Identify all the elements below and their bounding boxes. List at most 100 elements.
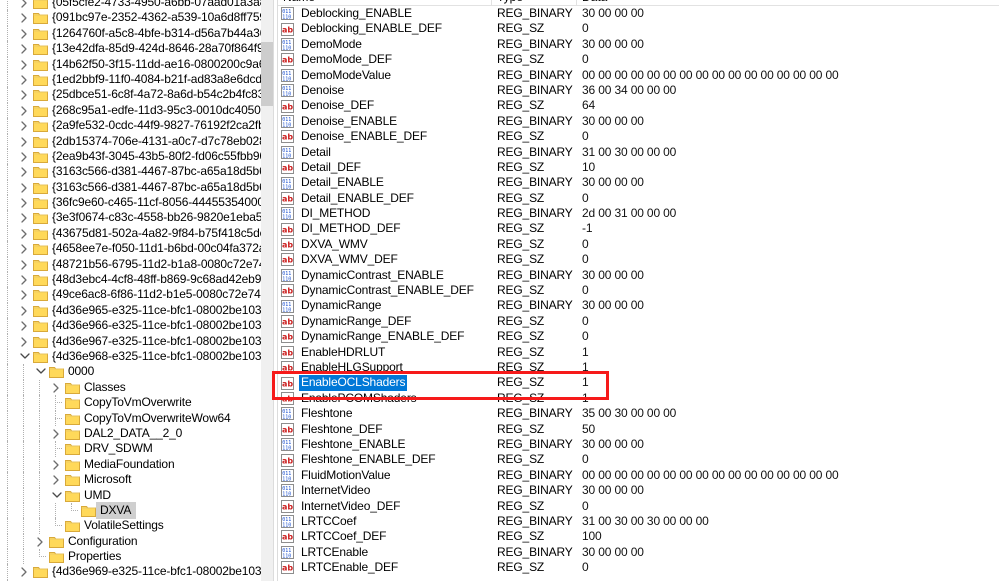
chevron-right-icon[interactable]: [16, 210, 32, 225]
value-row[interactable]: 011 110 Denoise REG_BINARY 36 00 34 00 00 00: [278, 83, 999, 98]
tree-node-4d36e968e32511cebfc108002be1[interactable]: {4d36e968-e325-11ce-bfc1-08002be10318}: [0, 348, 273, 365]
value-name-cell[interactable]: 011 110 FluidMotionValue: [278, 468, 492, 483]
value-name-cell[interactable]: ab Fleshtone_DEF: [278, 422, 492, 437]
value-name-cell[interactable]: ab Denoise_ENABLE_DEF: [278, 129, 492, 144]
value-row[interactable]: 011 110 Deblocking_ENABLE REG_BINARY 30 00 0…: [278, 6, 999, 21]
value-name-cell[interactable]: 011 110 Denoise_ENABLE: [278, 114, 492, 129]
chevron-right-icon[interactable]: [16, 103, 32, 118]
value-row[interactable]: 011 110 LRTCCoef REG_BINARY 31 00 30 00 30 0…: [278, 514, 999, 529]
chevron-right-icon[interactable]: [16, 57, 32, 72]
chevron-right-icon[interactable]: [32, 534, 48, 549]
tree-vertical-scrollbar[interactable]: [261, 0, 273, 581]
value-row[interactable]: ab InternetVideo_DEF REG_SZ 0: [278, 499, 999, 514]
value-name-cell[interactable]: ab EnableOCLShaders: [278, 375, 492, 391]
value-name-cell[interactable]: ab DynamicContrast_ENABLE_DEF: [278, 283, 492, 298]
value-name-cell[interactable]: ab DXVA_WMV_DEF: [278, 252, 492, 267]
value-row[interactable]: ab Detail_DEF REG_SZ 10: [278, 160, 999, 175]
value-name-cell[interactable]: ab Deblocking_ENABLE_DEF: [278, 21, 492, 36]
tree-node-36fc9e60c46511cf805644455354[interactable]: {36fc9e60-c465-11cf-8056-444553540000}: [0, 195, 273, 211]
tree-node-microsoft[interactable]: Microsoft: [0, 472, 261, 488]
value-row[interactable]: ab LRTCEnable_DEF REG_SZ 0: [278, 560, 999, 575]
chevron-right-icon[interactable]: [16, 195, 32, 210]
tree-node-2db15374706e4131a0c7d7c78eb0[interactable]: {2db15374-706e-4131-a0c7-d7c78eb0289a}: [0, 133, 273, 149]
value-row[interactable]: 011 110 Detail_ENABLE REG_BINARY 30 00 00 00: [278, 175, 999, 190]
value-name-cell[interactable]: 011 110 Fleshtone_ENABLE: [278, 437, 492, 452]
value-name-cell[interactable]: 011 110 LRTCCoef: [278, 514, 492, 529]
chevron-right-icon[interactable]: [16, 164, 32, 179]
value-row[interactable]: 011 110 InternetVideo REG_BINARY 30 00 00 00: [278, 483, 999, 498]
tree-node-dxva[interactable]: DXVA: [0, 501, 261, 520]
tree-node-4d36e969e32511cebfc108002be1[interactable]: {4d36e969-e325-11ce-bfc1-08002be10318}: [0, 564, 273, 580]
value-row[interactable]: 011 110 DemoMode REG_BINARY 30 00 00 00: [278, 37, 999, 52]
tree-node-14b62f503f1511ddae160800200c[interactable]: {14b62f50-3f15-11dd-ae16-0800200c9a66}: [0, 56, 273, 72]
value-row[interactable]: 011 110 Detail REG_BINARY 31 00 30 00 00 00: [278, 145, 999, 160]
chevron-right-icon[interactable]: [16, 257, 32, 272]
value-row[interactable]: ab LRTCCoef_DEF REG_SZ 100: [278, 529, 999, 544]
value-name-cell[interactable]: ab Denoise_DEF: [278, 98, 492, 113]
tree-node-091bc97e23524362a53910a6d8ff[interactable]: {091bc97e-2352-4362-a539-10a6d8ff7596}: [0, 10, 273, 26]
value-row[interactable]: ab DXVA_WMV REG_SZ 0: [278, 237, 999, 252]
value-name-cell[interactable]: ab DynamicRange_ENABLE_DEF: [278, 329, 492, 344]
tree-scrollbar-thumb[interactable]: [261, 42, 273, 106]
chevron-right-icon[interactable]: [16, 0, 32, 10]
value-name-cell[interactable]: 011 110 InternetVideo: [278, 483, 492, 498]
value-row[interactable]: ab EnableHDRLUT REG_SZ 1: [278, 345, 999, 360]
tree-node-0000[interactable]: 0000: [0, 364, 261, 380]
value-name-cell[interactable]: 011 110 LRTCEnable: [278, 545, 492, 560]
value-row[interactable]: ab DI_METHOD_DEF REG_SZ -1: [278, 221, 999, 236]
tree-node-4d36e966e32511cebfc108002be1[interactable]: {4d36e966-e325-11ce-bfc1-08002be10318}: [0, 318, 273, 334]
tree-node-05f5cfe247334950a6bb07aad01a[interactable]: {05f5cfe2-4733-4950-a6bb-07aad01a3a84}: [0, 0, 273, 11]
chevron-down-icon[interactable]: [48, 488, 64, 503]
tree-node-49ce6ac86f8611d2b1e50080c72e[interactable]: {49ce6ac8-6f86-11d2-b1e5-0080c72e74a2}: [0, 287, 273, 303]
registry-key-tree-pane[interactable]: {05f5cfe2-4733-4950-a6bb-07aad01a3a84} {0…: [0, 0, 273, 581]
value-row[interactable]: 011 110 LRTCEnable REG_BINARY 30 00 00 00: [278, 545, 999, 560]
tree-node-umd[interactable]: UMD: [0, 487, 261, 503]
chevron-right-icon[interactable]: [16, 180, 32, 195]
tree-node-268c95a1edfe11d395c30010dc40[interactable]: {268c95a1-edfe-11d3-95c3-0010dc4050a5}: [0, 102, 273, 119]
chevron-right-icon[interactable]: [16, 272, 32, 287]
tree-node-classes[interactable]: Classes: [0, 379, 261, 396]
tree-node-1264760fa5c84bfeb314d56a7b44[interactable]: {1264760f-a5c8-4bfe-b314-d56a7b44a362}: [0, 25, 273, 42]
tree-node-13e42dfa85d9424d864628a70f86[interactable]: {13e42dfa-85d9-424d-8646-28a70f864f9c}: [0, 41, 273, 57]
value-row[interactable]: ab Deblocking_ENABLE_DEF REG_SZ 0: [278, 21, 999, 36]
tree-node-dal2_data__2_0[interactable]: DAL2_DATA__2_0: [0, 425, 261, 442]
value-row[interactable]: 011 110 DynamicContrast_ENABLE REG_BINARY 30…: [278, 268, 999, 283]
tree-node-2ea9b43f304543b580f2fd06c55f[interactable]: {2ea9b43f-3045-43b5-80f2-fd06c55fbb90}: [0, 148, 270, 165]
value-row[interactable]: 011 110 DemoModeValue REG_BINARY 00 00 00 00…: [278, 68, 999, 83]
chevron-right-icon[interactable]: [16, 564, 32, 579]
value-row[interactable]: ab DXVA_WMV_DEF REG_SZ 0: [278, 252, 999, 267]
value-row[interactable]: ab EnablePCOMShaders REG_SZ 1: [278, 391, 999, 406]
value-name-cell[interactable]: ab LRTCEnable_DEF: [278, 560, 492, 575]
chevron-right-icon[interactable]: [16, 10, 32, 25]
value-name-cell[interactable]: ab Detail_DEF: [278, 160, 492, 175]
value-name-cell[interactable]: 011 110 Fleshtone: [278, 406, 492, 421]
value-row[interactable]: 011 110 DI_METHOD REG_BINARY 2d 00 31 00 00 …: [278, 206, 999, 221]
value-name-cell[interactable]: ab EnableHDRLUT: [278, 345, 492, 360]
tree-node-configuration[interactable]: Configuration: [0, 533, 261, 550]
value-name-cell[interactable]: 011 110 Deblocking_ENABLE: [278, 6, 492, 21]
tree-node-copytovmoverwrite[interactable]: CopyToVmOverwrite: [0, 395, 261, 411]
value-row[interactable]: 011 110 Fleshtone_ENABLE REG_BINARY 30 00 00…: [278, 437, 999, 452]
value-row[interactable]: ab DemoMode_DEF REG_SZ 0: [278, 52, 999, 67]
value-name-cell[interactable]: ab InternetVideo_DEF: [278, 499, 492, 514]
tree-node-copytovmoverwritewow64[interactable]: CopyToVmOverwriteWow64: [0, 410, 261, 426]
value-row[interactable]: ab EnableHLGSupport REG_SZ 1: [278, 360, 999, 375]
tree-node-43675d81502a4a829f84b75f418c[interactable]: {43675d81-502a-4a82-9f84-b75f418c5dea}: [0, 225, 273, 242]
tree-node-3163c566d381446787bca65a18d5[interactable]: {3163c566-d381-4467-87bc-a65a18d5b648}: [0, 164, 273, 180]
chevron-right-icon[interactable]: [16, 303, 32, 318]
tree-node-mediafoundation[interactable]: MediaFoundation: [0, 456, 261, 473]
chevron-right-icon[interactable]: [16, 149, 32, 164]
value-name-cell[interactable]: ab LRTCCoef_DEF: [278, 529, 492, 544]
value-name-cell[interactable]: ab Detail_ENABLE_DEF: [278, 191, 492, 206]
value-row[interactable]: 011 110 Fleshtone REG_BINARY 35 00 30 00 00 …: [278, 406, 999, 421]
value-name-cell[interactable]: ab DynamicRange_DEF: [278, 314, 492, 329]
chevron-right-icon[interactable]: [16, 41, 32, 56]
tree-node-25dbce516c8f4a728a6db54c2b4f[interactable]: {25dbce51-6c8f-4a72-8a6d-b54c2b4fc835}: [0, 87, 273, 103]
chevron-right-icon[interactable]: [16, 87, 32, 102]
value-row[interactable]: ab Fleshtone_DEF REG_SZ 50: [278, 422, 999, 437]
chevron-right-icon[interactable]: [16, 72, 32, 87]
value-name-cell[interactable]: 011 110 Detail_ENABLE: [278, 175, 492, 190]
value-name-cell[interactable]: ab EnablePCOMShaders: [278, 391, 492, 406]
chevron-right-icon[interactable]: [16, 226, 32, 241]
chevron-right-icon[interactable]: [16, 134, 32, 149]
